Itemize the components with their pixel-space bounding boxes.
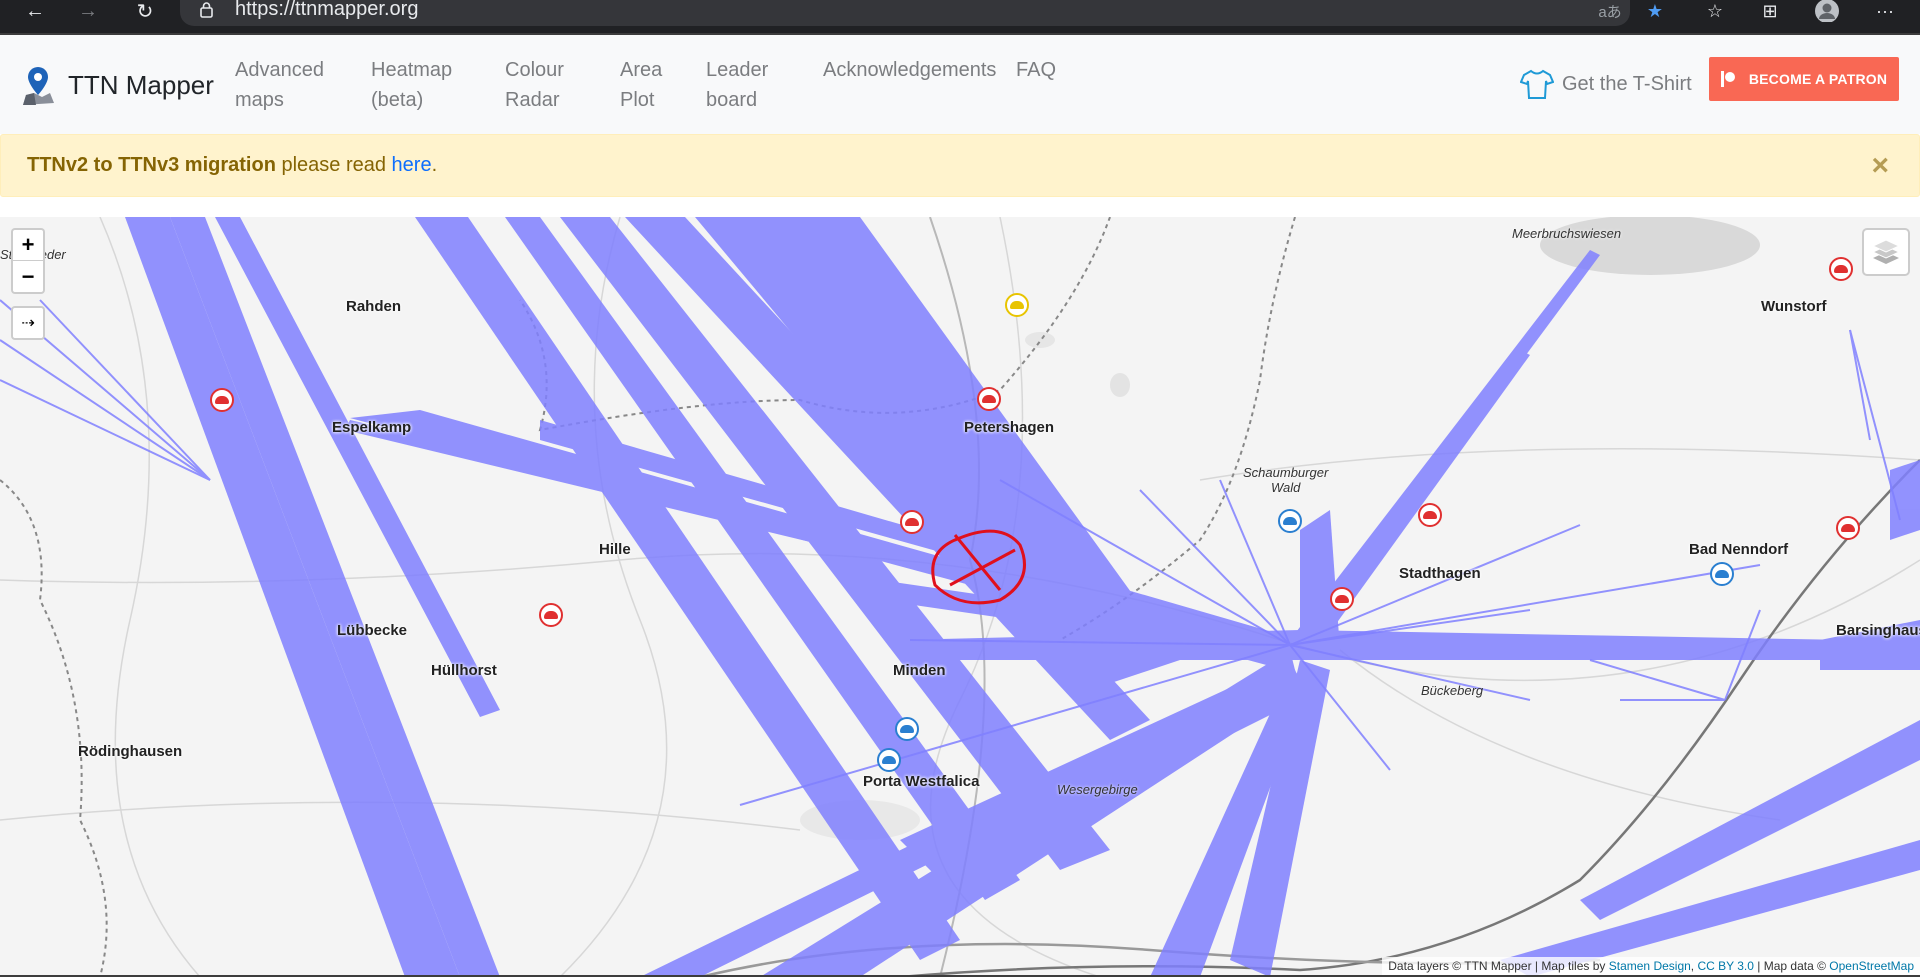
- lock-icon: [200, 2, 213, 18]
- gateway-marker-red[interactable]: [539, 603, 563, 627]
- nav-acknowledgements[interactable]: Acknowledgements: [823, 55, 996, 85]
- forward-icon[interactable]: →: [73, 0, 103, 22]
- town-label: Minden: [893, 662, 946, 679]
- osm-link[interactable]: OpenStreetMap: [1829, 959, 1914, 973]
- read-aloud-icon[interactable]: aあ: [1595, 0, 1625, 22]
- town-label: Stadthagen: [1399, 565, 1481, 582]
- cc-link[interactable]: CC BY 3.0: [1697, 959, 1753, 973]
- map-container[interactable]: Rahden Espelkamp Petershagen Hille Lübbe…: [0, 217, 1920, 977]
- town-label: Porta Westfalica: [863, 773, 980, 790]
- nav-advanced-maps[interactable]: Advanced maps: [235, 55, 324, 115]
- town-label: Petershagen: [964, 419, 1055, 436]
- gateway-marker-red[interactable]: [977, 387, 1001, 411]
- alert-end: .: [431, 154, 438, 176]
- gateway-marker-red[interactable]: [1330, 587, 1354, 611]
- favorites-icon[interactable]: ☆: [1700, 0, 1730, 22]
- brand-link[interactable]: TTN Mapper: [20, 65, 214, 105]
- alert-text: please read: [275, 154, 392, 176]
- town-label: Bad Nenndorf: [1689, 541, 1789, 558]
- tshirt-label: Get the T-Shirt: [1562, 72, 1692, 95]
- browser-toolbar: ← → ↻ https://ttnmapper.org aあ ★ ☆ ⊞ ···: [0, 0, 1920, 33]
- attrib-text: Data layers © TTN Mapper | Map tiles by: [1388, 959, 1609, 973]
- town-label: Espelkamp: [332, 419, 412, 436]
- alert-close-button[interactable]: ×: [1871, 149, 1889, 183]
- back-icon[interactable]: ←: [20, 0, 50, 22]
- zoom-out-button[interactable]: −: [13, 261, 43, 292]
- layers-button[interactable]: [1862, 228, 1910, 276]
- patron-label: BECOME A PATRON: [1748, 71, 1888, 87]
- town-label: Wunstorf: [1761, 298, 1827, 315]
- nav-colour-radar[interactable]: Colour Radar: [505, 55, 564, 115]
- town-label: Rödinghausen: [78, 743, 183, 760]
- alert-here-link[interactable]: here: [392, 154, 432, 176]
- gateway-marker-red[interactable]: [1829, 257, 1853, 281]
- gateway-marker-blue[interactable]: [1278, 509, 1302, 533]
- place-label: Bückeberg: [1421, 683, 1484, 698]
- place-label: Schaumburger Wald: [1243, 465, 1329, 495]
- nav-area-plot[interactable]: Area Plot: [620, 55, 662, 115]
- gateway-marker-red[interactable]: [210, 388, 234, 412]
- nav-heatmap[interactable]: Heatmap (beta): [371, 55, 452, 115]
- nav-faq[interactable]: FAQ: [1016, 55, 1056, 85]
- tshirt-icon: [1520, 69, 1554, 99]
- profile-icon[interactable]: [1812, 0, 1842, 22]
- gateway-marker-blue[interactable]: [877, 748, 901, 772]
- town-label: Barsinghausen: [1836, 622, 1920, 639]
- place-label: Meerbruchswiesen: [1512, 226, 1622, 241]
- town-label: Hille: [599, 541, 631, 558]
- gateway-marker-red[interactable]: [1418, 503, 1442, 527]
- ttn-mapper-logo-icon: [23, 67, 54, 105]
- gateway-marker-yellow[interactable]: [1005, 293, 1029, 317]
- nav-leader-board[interactable]: Leader board: [706, 55, 768, 115]
- address-bar[interactable]: https://ttnmapper.org: [180, 0, 1630, 26]
- gateway-marker-blue[interactable]: [1710, 562, 1734, 586]
- gateway-marker-blue[interactable]: [895, 717, 919, 741]
- town-label: Hüllhorst: [431, 662, 497, 679]
- become-patron-button[interactable]: BECOME A PATRON: [1709, 57, 1899, 101]
- reload-icon[interactable]: ↻: [130, 0, 160, 23]
- attrib-mid: | Map data ©: [1753, 959, 1830, 973]
- map-attribution: Data layers © TTN Mapper | Map tiles by …: [1382, 957, 1920, 977]
- favorite-star-icon[interactable]: ★: [1640, 0, 1670, 22]
- alert-bold-text: TTNv2 to TTNv3 migration: [27, 154, 276, 176]
- url-text: https://ttnmapper.org: [235, 0, 419, 20]
- map-canvas: [0, 217, 1920, 977]
- brand-title: TTN Mapper: [68, 69, 214, 100]
- gateway-marker-red[interactable]: [1836, 516, 1860, 540]
- collections-icon[interactable]: ⊞: [1755, 0, 1785, 22]
- layers-icon: [1871, 239, 1901, 264]
- tshirt-link[interactable]: Get the T-Shirt: [1520, 68, 1692, 100]
- zoom-control: + −: [11, 228, 45, 294]
- zoom-in-button[interactable]: +: [13, 230, 43, 261]
- town-label: Lübbecke: [337, 622, 408, 639]
- locate-button[interactable]: ⇢: [11, 306, 45, 340]
- town-label: Rahden: [346, 298, 402, 315]
- gateway-marker-red[interactable]: [900, 510, 924, 534]
- more-menu-icon[interactable]: ···: [1870, 0, 1900, 22]
- stamen-link[interactable]: Stamen Design: [1609, 959, 1691, 973]
- alert-message: TTNv2 to TTNv3 migration please read her…: [27, 154, 437, 177]
- site-navbar: TTN Mapper Advanced maps Heatmap (beta) …: [0, 35, 1920, 134]
- migration-alert: TTNv2 to TTNv3 migration please read her…: [0, 134, 1920, 197]
- patreon-icon: [1720, 71, 1735, 87]
- place-label: Wesergebirge: [1057, 782, 1138, 797]
